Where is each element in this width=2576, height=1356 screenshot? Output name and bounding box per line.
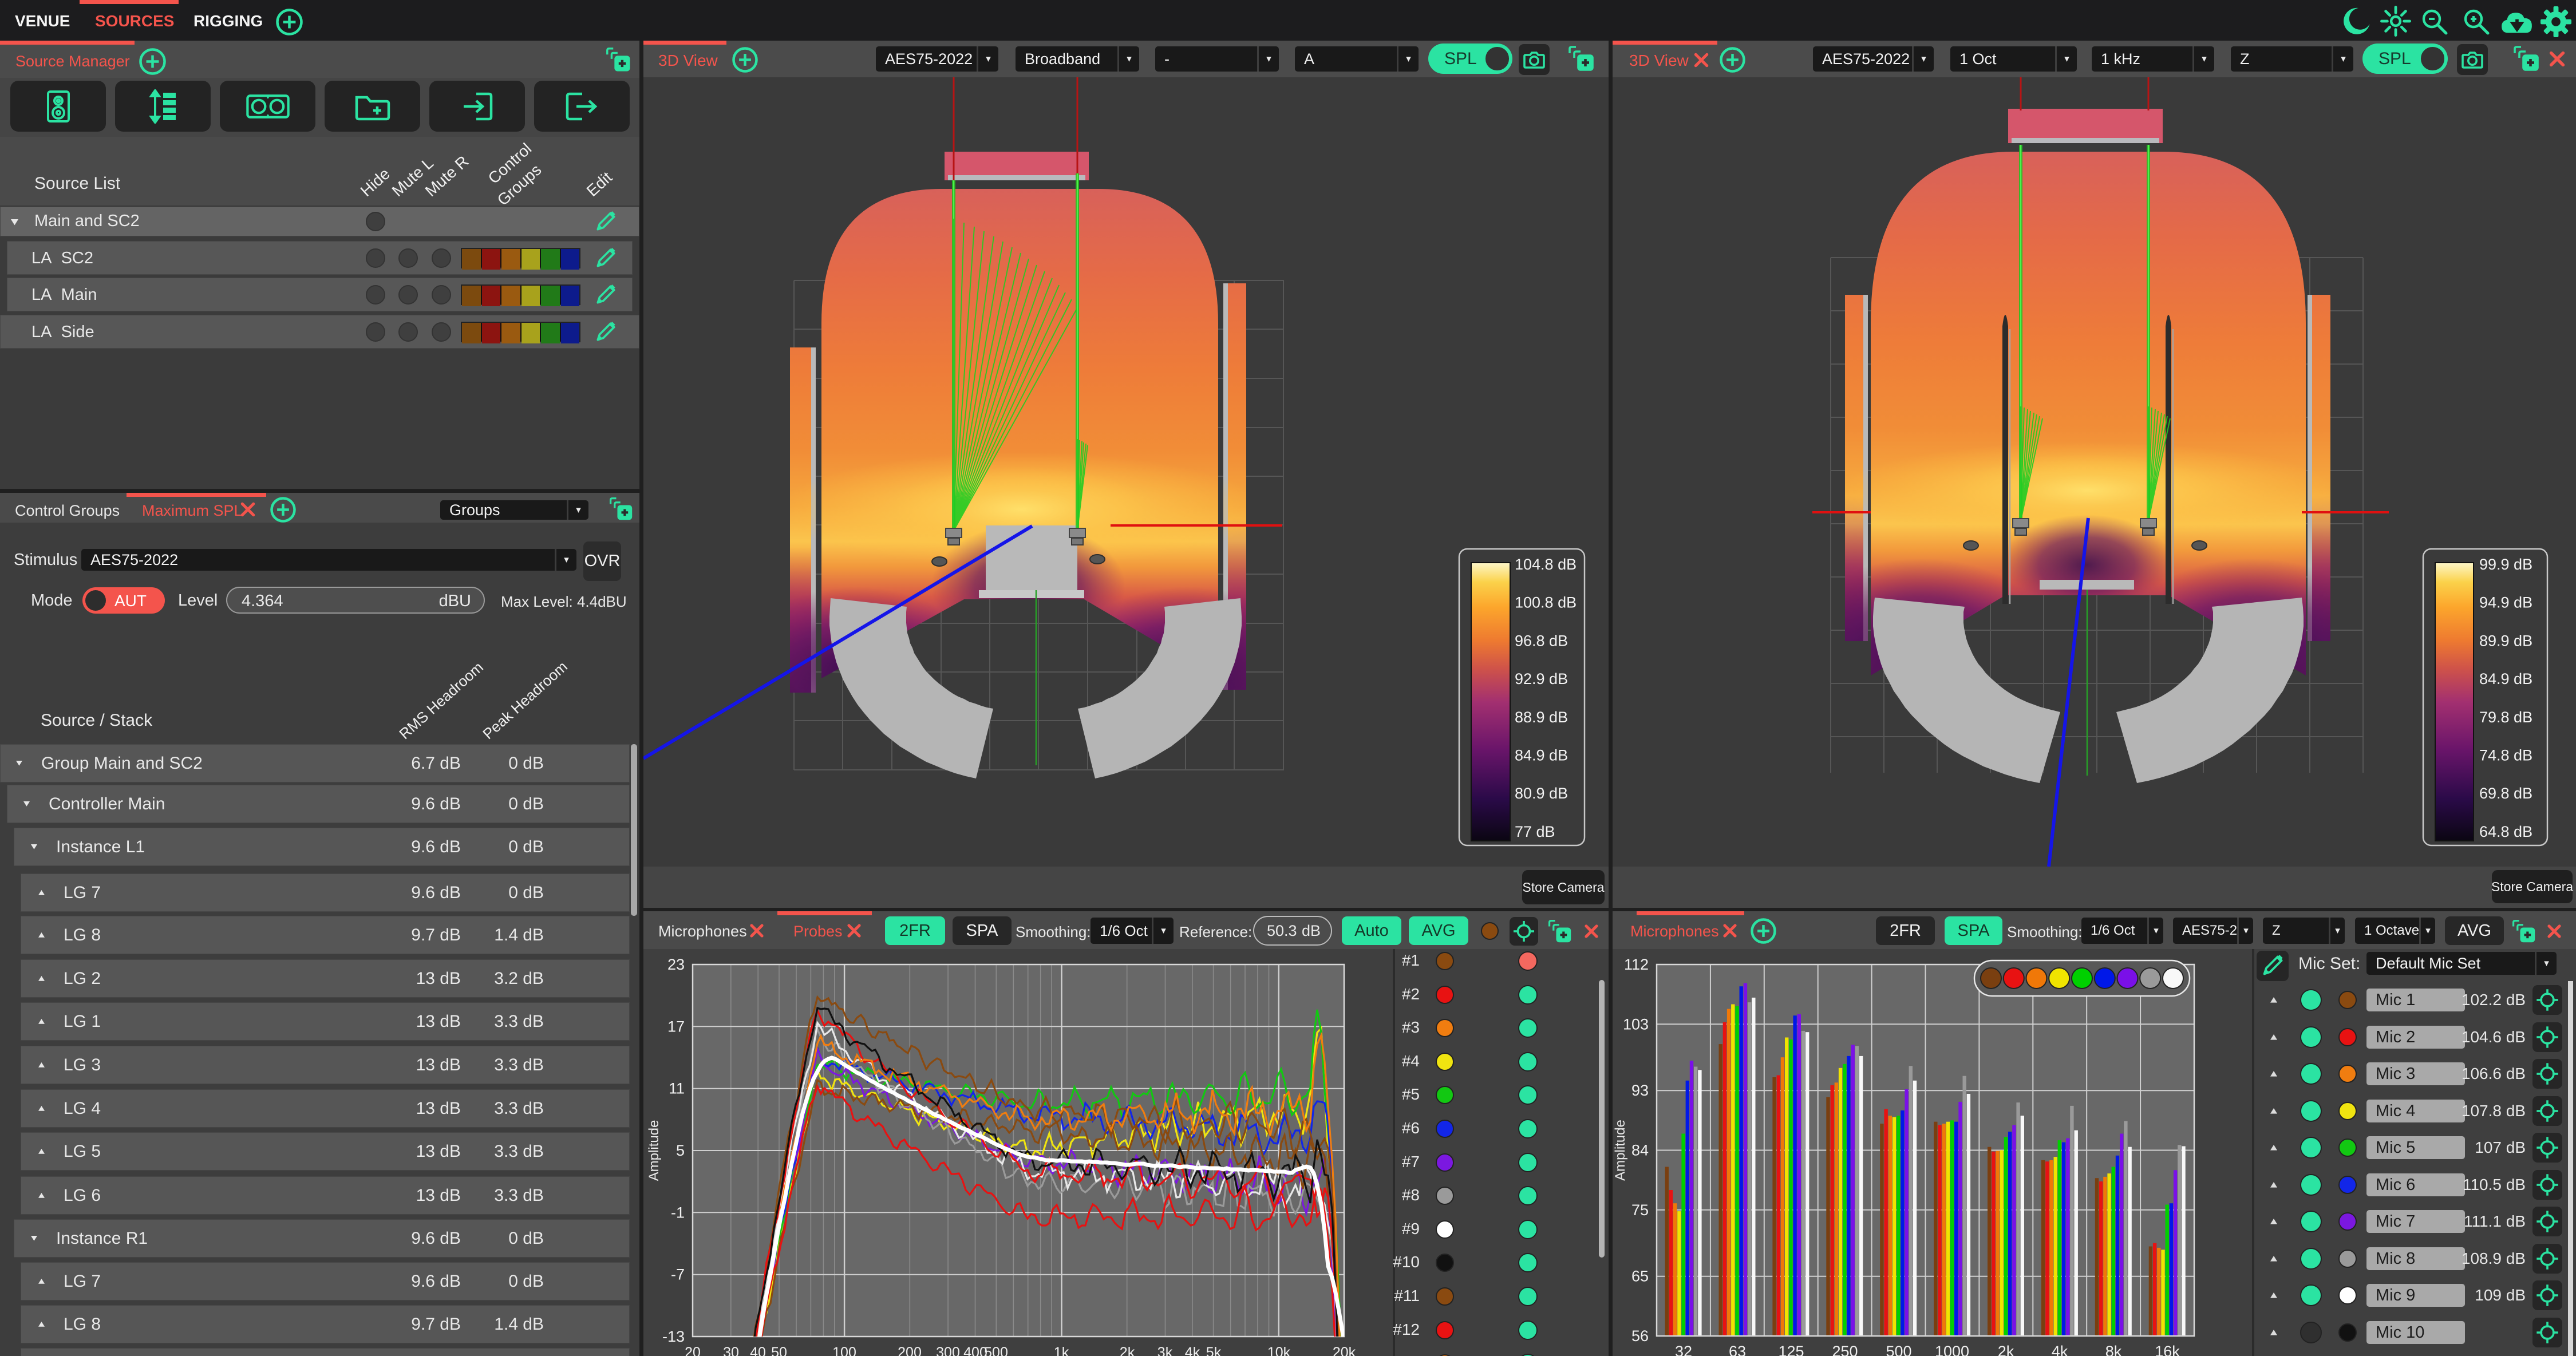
- svg-text:63: 63: [1729, 1343, 1746, 1356]
- svg-text:11: 11: [669, 1080, 685, 1097]
- svg-text:64.8 dB: 64.8 dB: [2479, 823, 2532, 840]
- svg-text:40: 40: [750, 1345, 766, 1356]
- svg-text:32: 32: [1675, 1343, 1692, 1356]
- svg-text:65: 65: [1631, 1268, 1649, 1285]
- svg-text:-13: -13: [662, 1328, 685, 1345]
- svg-text:2k: 2k: [1120, 1345, 1135, 1356]
- svg-text:500: 500: [984, 1345, 1008, 1356]
- svg-text:50: 50: [771, 1345, 787, 1356]
- svg-text:500: 500: [1886, 1343, 1911, 1356]
- svg-text:20k: 20k: [1333, 1345, 1356, 1356]
- svg-text:84.9 dB: 84.9 dB: [1515, 747, 1568, 764]
- svg-text:2k: 2k: [1998, 1343, 2014, 1356]
- svg-text:103: 103: [1623, 1015, 1649, 1033]
- svg-text:4k: 4k: [2052, 1343, 2068, 1356]
- svg-text:84: 84: [1631, 1142, 1649, 1159]
- svg-text:94.9 dB: 94.9 dB: [2479, 594, 2532, 611]
- svg-text:Amplitude: Amplitude: [646, 1120, 662, 1181]
- svg-text:92.9 dB: 92.9 dB: [1515, 670, 1568, 687]
- svg-text:30: 30: [723, 1345, 739, 1356]
- svg-text:104.8 dB: 104.8 dB: [1515, 556, 1577, 573]
- svg-text:300: 300: [936, 1345, 960, 1356]
- svg-text:56: 56: [1631, 1327, 1649, 1345]
- svg-text:112: 112: [1624, 956, 1649, 973]
- svg-text:100.8 dB: 100.8 dB: [1515, 594, 1577, 611]
- svg-text:84.9 dB: 84.9 dB: [2479, 670, 2532, 687]
- svg-text:89.9 dB: 89.9 dB: [2479, 632, 2532, 649]
- svg-text:16k: 16k: [2155, 1343, 2180, 1356]
- svg-text:10k: 10k: [1267, 1345, 1291, 1356]
- svg-text:8k: 8k: [2105, 1343, 2122, 1356]
- svg-text:88.9 dB: 88.9 dB: [1515, 709, 1568, 726]
- svg-text:23: 23: [667, 956, 685, 973]
- svg-text:-1: -1: [671, 1204, 685, 1221]
- svg-text:1000: 1000: [1935, 1343, 1969, 1356]
- svg-text:3k: 3k: [1157, 1345, 1173, 1356]
- svg-text:5: 5: [676, 1142, 685, 1159]
- svg-text:79.8 dB: 79.8 dB: [2479, 709, 2532, 726]
- svg-text:74.8 dB: 74.8 dB: [2479, 747, 2532, 764]
- svg-text:96.8 dB: 96.8 dB: [1515, 632, 1568, 649]
- svg-text:250: 250: [1832, 1343, 1858, 1356]
- svg-text:99.9 dB: 99.9 dB: [2479, 556, 2532, 573]
- svg-text:77 dB: 77 dB: [1515, 823, 1555, 840]
- svg-text:93: 93: [1631, 1082, 1649, 1099]
- svg-text:100: 100: [832, 1345, 856, 1356]
- svg-text:1k: 1k: [1054, 1345, 1069, 1356]
- svg-text:80.9 dB: 80.9 dB: [1515, 785, 1568, 802]
- svg-text:17: 17: [667, 1018, 685, 1035]
- svg-text:125: 125: [1778, 1343, 1804, 1356]
- svg-text:69.8 dB: 69.8 dB: [2479, 785, 2532, 802]
- svg-text:5k: 5k: [1206, 1345, 1222, 1356]
- svg-text:200: 200: [898, 1345, 922, 1356]
- svg-text:Amplitude: Amplitude: [1613, 1120, 1628, 1181]
- svg-text:20: 20: [685, 1345, 701, 1356]
- svg-text:-7: -7: [671, 1266, 685, 1283]
- svg-text:75: 75: [1631, 1201, 1649, 1219]
- svg-text:4k: 4k: [1185, 1345, 1200, 1356]
